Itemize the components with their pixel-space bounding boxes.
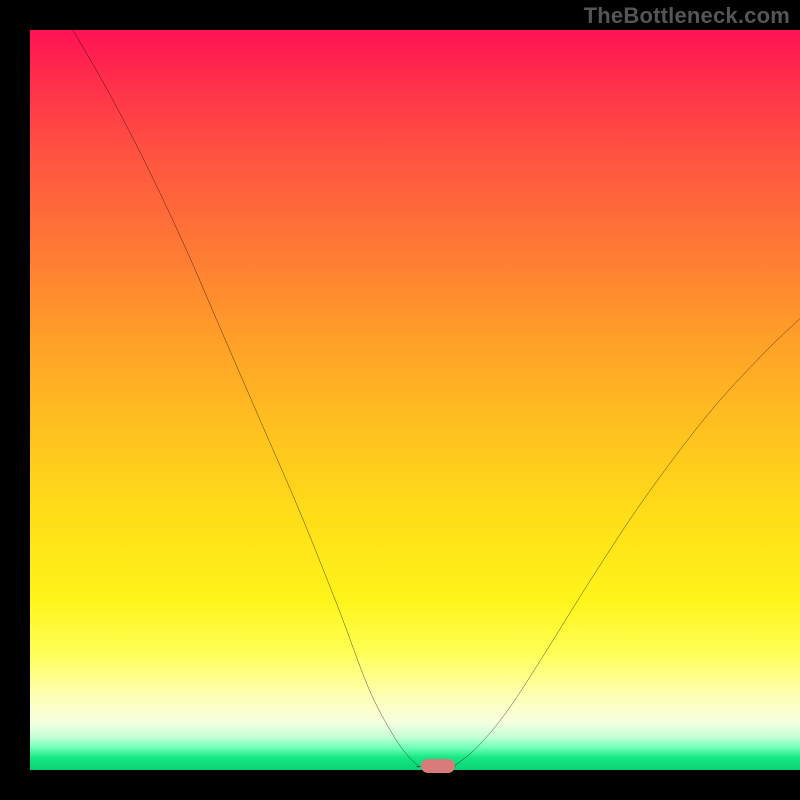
chart-frame: TheBottleneck.com: [0, 0, 800, 800]
gradient-plot-area: [30, 30, 800, 770]
valley-marker: [421, 759, 455, 773]
watermark-text: TheBottleneck.com: [584, 3, 790, 29]
